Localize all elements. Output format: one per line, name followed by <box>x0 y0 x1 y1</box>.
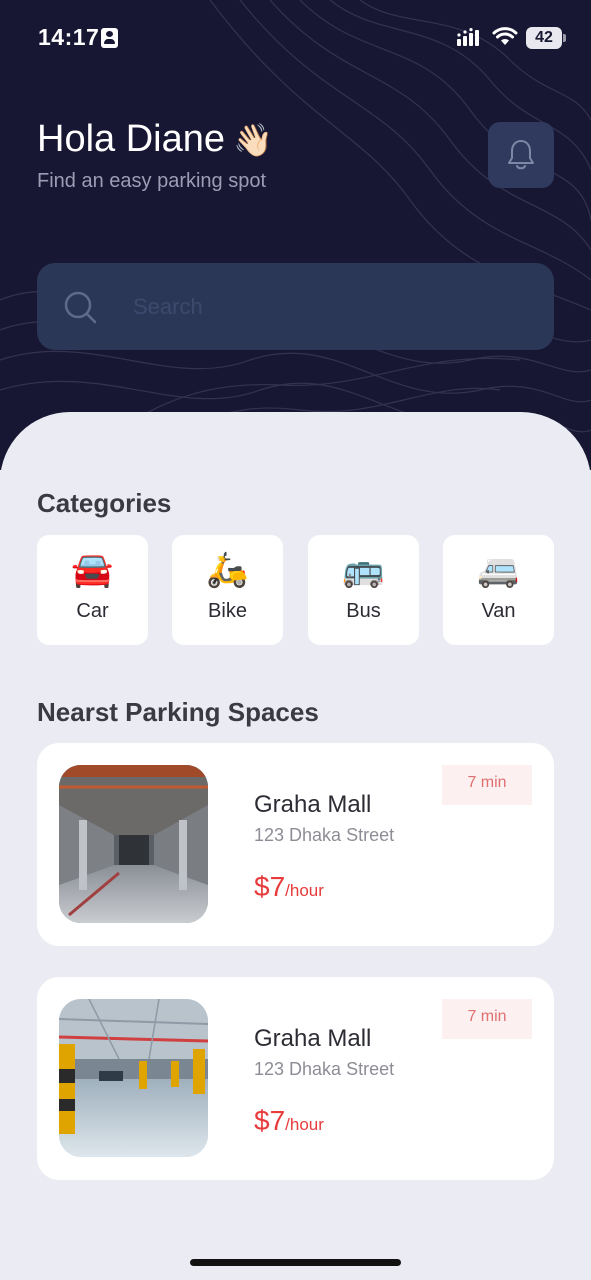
search-input[interactable] <box>133 263 533 350</box>
parking-price: $7/hour <box>254 871 324 903</box>
price-value: $7 <box>254 871 286 902</box>
category-bike[interactable]: 🛵 Bike <box>172 535 283 645</box>
bell-icon <box>508 140 534 170</box>
greeting-subtitle: Find an easy parking spot <box>37 170 267 192</box>
battery-level: 42 <box>535 29 553 46</box>
cellular-signal-icon <box>457 28 479 46</box>
van-icon: 🚐 <box>477 550 520 590</box>
parking-photo <box>59 765 208 923</box>
distance-time-badge: 7 min <box>442 999 532 1039</box>
category-label: Van <box>481 600 516 622</box>
parking-address: 123 Dhaka Street <box>254 825 395 845</box>
bus-icon: 🚌 <box>342 550 385 590</box>
category-car[interactable]: 🚘 Car <box>37 535 148 645</box>
parking-price: $7/hour <box>254 1105 324 1137</box>
parking-photo <box>59 999 208 1157</box>
category-bus[interactable]: 🚌 Bus <box>308 535 419 645</box>
wifi-icon <box>492 27 518 45</box>
battery-icon: 42 <box>526 27 566 49</box>
parking-name: Graha Mall <box>254 1025 372 1052</box>
notifications-button[interactable] <box>488 122 554 188</box>
search-icon <box>64 291 97 324</box>
greeting-text: Hola Diane <box>37 118 225 160</box>
parking-card[interactable]: Graha Mall 123 Dhaka Street $7/hour 7 mi… <box>37 743 554 946</box>
category-van[interactable]: 🚐 Van <box>443 535 554 645</box>
price-unit: /hour <box>285 1115 324 1134</box>
search-bar[interactable] <box>37 263 554 350</box>
distance-time-badge: 7 min <box>442 765 532 805</box>
category-label: Bus <box>346 600 381 622</box>
parking-address: 123 Dhaka Street <box>254 1059 395 1079</box>
category-label: Bike <box>208 600 247 622</box>
category-label: Car <box>76 600 109 622</box>
status-time: 14:17 <box>38 24 100 50</box>
price-unit: /hour <box>285 881 324 900</box>
car-icon: 🚘 <box>71 550 114 590</box>
greeting: Hola Diane 👋🏻 <box>37 118 273 161</box>
parking-name: Graha Mall <box>254 791 372 818</box>
status-bar: 14:17 42 <box>0 0 591 76</box>
waving-hand-icon: 👋🏻 <box>233 121 273 159</box>
categories-title: Categories <box>37 488 172 518</box>
home-indicator[interactable] <box>190 1259 401 1266</box>
parking-card[interactable]: Graha Mall 123 Dhaka Street $7/hour 7 mi… <box>37 977 554 1180</box>
header: 14:17 42 Hola Diane 👋🏻 Find an easy parki… <box>0 0 591 470</box>
contact-card-icon <box>101 28 118 48</box>
scooter-icon: 🛵 <box>206 550 249 590</box>
parking-section-title: Nearst Parking Spaces <box>37 697 319 727</box>
price-value: $7 <box>254 1105 286 1136</box>
